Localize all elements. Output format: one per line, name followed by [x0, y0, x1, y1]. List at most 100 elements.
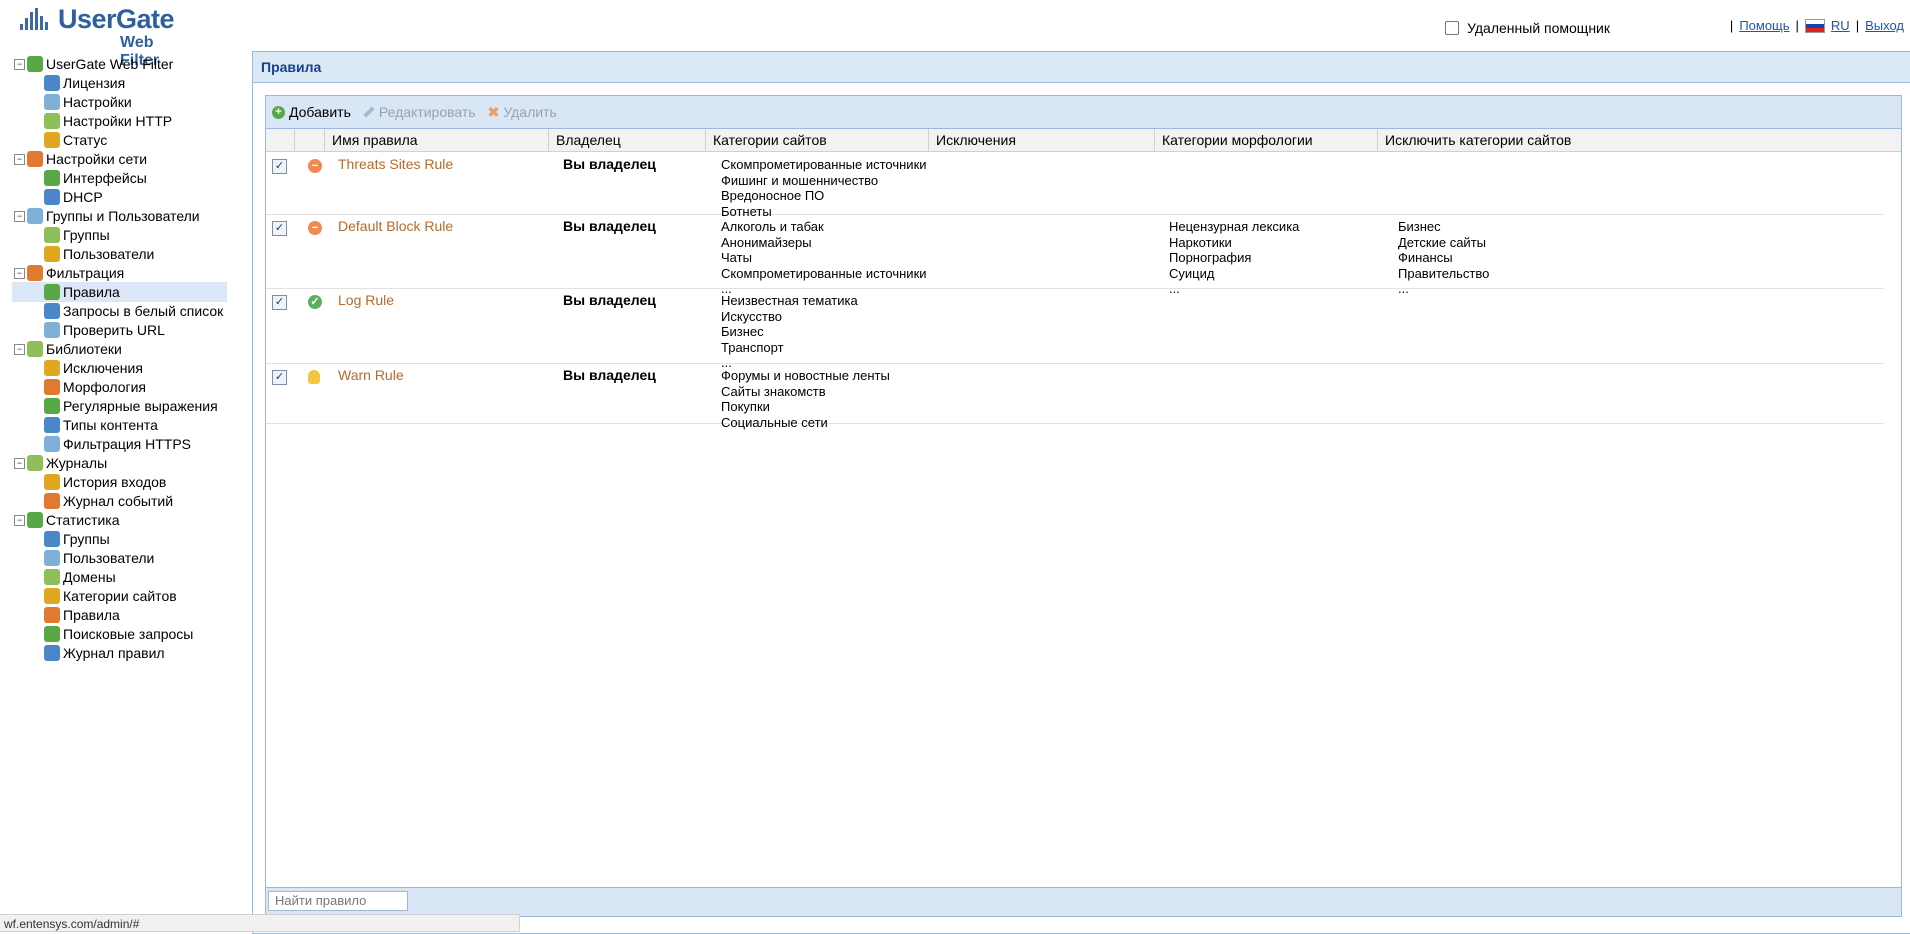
sidebar-item[interactable]: Запросы в белый список: [12, 301, 227, 321]
category-item: Искусство: [721, 308, 782, 324]
sidebar-item-label: Морфология: [63, 379, 147, 395]
sidebar-item[interactable]: Морфология: [12, 377, 227, 397]
russian-flag-icon: [1804, 18, 1825, 33]
row-enabled-checkbox[interactable]: ✓: [272, 159, 287, 174]
col-exclude-header[interactable]: Исключить категории сайтов: [1377, 129, 1901, 151]
rules-icon: [44, 284, 60, 300]
table-row[interactable]: ✓ Warn Rule Вы владелец Форумы и новостные …: [266, 363, 1884, 430]
sidebar-item[interactable]: − Журналы: [14, 453, 244, 473]
category-item: Покупки: [721, 399, 770, 414]
search-input[interactable]: Найти правило: [268, 891, 408, 911]
rule-categories: Форумы и новостные ленты Сайты знакомств П…: [721, 368, 890, 430]
rule-owner: Вы владелец: [563, 292, 656, 308]
row-enabled-checkbox[interactable]: ✓: [272, 295, 287, 310]
col-name-header[interactable]: Имя правила: [324, 129, 548, 151]
col-status-header: [294, 129, 324, 151]
logout-link[interactable]: Выход: [1865, 18, 1904, 33]
rule-name[interactable]: Log Rule: [338, 292, 394, 309]
remote-assistant-checkbox[interactable]: [1445, 21, 1460, 35]
sidebar-item[interactable]: Лицензия: [12, 73, 227, 93]
sidebar-item[interactable]: Правила: [12, 605, 227, 625]
journal-icon: [27, 455, 43, 471]
sidebar-item[interactable]: − Фильтрация: [14, 263, 244, 283]
sidebar-item[interactable]: Интерфейсы: [12, 168, 227, 188]
sidebar-item[interactable]: Категории сайтов: [12, 586, 227, 606]
row-enabled-checkbox[interactable]: ✓: [272, 221, 287, 236]
stats-icon: [27, 512, 43, 528]
category-item: Суицид: [1169, 265, 1215, 281]
rule-owner: Вы владелец: [563, 218, 656, 234]
col-exceptions-header[interactable]: Исключения: [928, 129, 1154, 151]
rule-name[interactable]: Threats Sites Rule: [338, 156, 453, 173]
sidebar-item[interactable]: Журнал правил: [12, 643, 227, 663]
block-status-icon: −: [308, 159, 322, 173]
sidebar-item-label: Регулярные выражения: [63, 398, 218, 414]
sidebar-item[interactable]: − Библиотеки: [14, 339, 244, 359]
sidebar-item[interactable]: История входов: [12, 472, 227, 492]
category-item: Скомпрометированные источники: [721, 265, 927, 281]
edit-button[interactable]: Редактировать: [363, 104, 476, 120]
sidebar-item[interactable]: Правила: [12, 282, 227, 302]
rule-morphology: Нецензурная лексика Наркотики Порнография С…: [1169, 219, 1299, 297]
sidebar-item[interactable]: Настройки: [12, 92, 227, 112]
col-owner-header[interactable]: Владелец: [548, 129, 705, 151]
sidebar-item[interactable]: − Статистика: [14, 510, 244, 530]
sidebar-item[interactable]: − Группы и Пользователи: [14, 206, 244, 226]
sidebar-item-label: Исключения: [63, 360, 143, 376]
sidebar-item[interactable]: Журнал событий: [12, 491, 227, 511]
categories-icon: [44, 588, 60, 604]
col-categories-header[interactable]: Категории сайтов: [705, 129, 928, 151]
sidebar-item[interactable]: Проверить URL: [12, 320, 227, 340]
add-button[interactable]: + Добавить: [272, 104, 351, 120]
rule-name[interactable]: Warn Rule: [338, 367, 404, 384]
sidebar-item[interactable]: − Настройки сети: [14, 149, 244, 169]
sidebar-item[interactable]: Поисковые запросы: [12, 624, 227, 644]
category-item: Форумы и новостные ленты: [721, 368, 890, 383]
help-link[interactable]: Помощь: [1739, 18, 1789, 33]
remote-assistant[interactable]: Удаленный помощник: [1445, 20, 1610, 36]
collapse-toggle-icon[interactable]: −: [14, 153, 25, 165]
sidebar-item[interactable]: Домены: [12, 567, 227, 587]
category-item: Бизнес: [1398, 219, 1441, 234]
collapse-toggle-icon[interactable]: −: [14, 210, 25, 222]
sidebar-item[interactable]: Пользователи: [12, 548, 227, 568]
sidebar-item[interactable]: Фильтрация HTTPS: [12, 434, 227, 454]
sidebar-item[interactable]: Типы контента: [12, 415, 227, 435]
sidebar-item-label: Фильтрация: [46, 265, 125, 281]
col-morphology-header[interactable]: Категории морфологии: [1154, 129, 1377, 151]
logo-brand: UserGate: [58, 4, 175, 34]
category-item: Вредоносное ПО: [721, 188, 825, 203]
sidebar-item[interactable]: Статус: [12, 130, 227, 150]
user-icon: [44, 550, 60, 566]
sidebar-item-label: Журнал событий: [63, 493, 174, 509]
sidebar-item[interactable]: − UserGate Web Filter: [14, 54, 244, 74]
sidebar-item[interactable]: Исключения: [12, 358, 227, 378]
user-icon: [44, 246, 60, 262]
collapse-toggle-icon[interactable]: −: [14, 514, 25, 526]
sidebar-item-label: Статус: [63, 132, 108, 148]
sidebar-item-label: Типы контента: [63, 417, 158, 433]
table-row[interactable]: ✓ − Threats Sites Rule Вы владелец Скомпроме…: [266, 152, 1884, 219]
table-row[interactable]: ✓ ✓ Log Rule Вы владелец Неизвестная тематик…: [266, 288, 1884, 370]
row-enabled-checkbox[interactable]: ✓: [272, 370, 287, 385]
sidebar-item[interactable]: Настройки HTTP: [12, 111, 227, 131]
collapse-toggle-icon[interactable]: −: [14, 267, 25, 279]
sidebar-item[interactable]: Группы: [12, 225, 227, 245]
category-item: Правительство: [1398, 265, 1490, 281]
collapse-toggle-icon[interactable]: −: [14, 457, 25, 469]
sidebar-item[interactable]: Группы: [12, 529, 227, 549]
sidebar-item[interactable]: Пользователи: [12, 244, 227, 264]
sidebar-item-label: История входов: [63, 474, 167, 490]
delete-button[interactable]: ✖ Удалить: [488, 104, 557, 121]
sidebar-item-label: Фильтрация HTTPS: [63, 436, 192, 452]
collapse-toggle-icon[interactable]: −: [14, 343, 25, 355]
sidebar-item[interactable]: Регулярные выражения: [12, 396, 227, 416]
collapse-toggle-icon[interactable]: −: [14, 58, 25, 70]
language-link[interactable]: RU: [1831, 18, 1850, 33]
rule-name[interactable]: Default Block Rule: [338, 218, 453, 235]
sidebar-item[interactable]: DHCP: [12, 187, 227, 207]
col-checkbox-header: [266, 129, 294, 151]
sidebar-item-label: Статистика: [46, 512, 120, 528]
table-row[interactable]: ✓ − Default Block Rule Вы владелец Алкоголь …: [266, 214, 1884, 296]
sidebar-item-label: Пользователи: [63, 550, 155, 566]
